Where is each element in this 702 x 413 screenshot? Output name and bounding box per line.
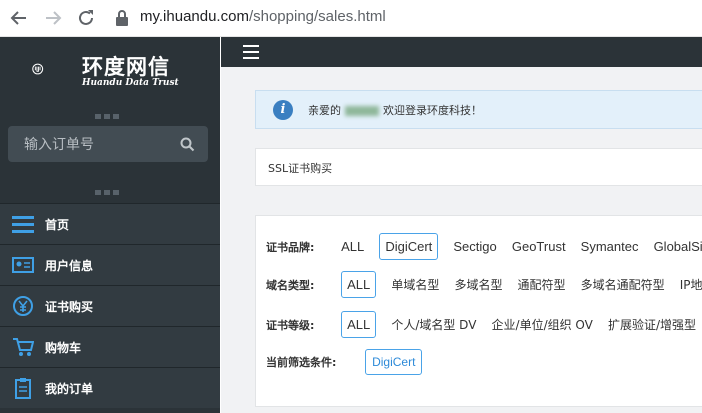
browser-address-bar: my.ihuandu.com/shopping/sales.html [0,0,702,37]
sidebar-item-user-info[interactable]: 用户信息 [0,244,220,285]
yen-coin-icon [13,296,33,316]
url-field[interactable]: my.ihuandu.com/shopping/sales.html [140,8,386,25]
domain-option-multi[interactable]: 多域名型 [454,276,502,293]
sidebar-item-cert-purchase[interactable]: 证书购买 [0,285,220,326]
top-bar [221,37,702,67]
cart-icon [13,338,34,356]
menu-icon [12,216,34,233]
hamburger-menu-icon[interactable] [243,45,259,59]
greeting-text: 亲爱的 [308,104,341,117]
level-option-ov[interactable]: 企业/单位/组织 OV [492,316,593,333]
level-option-dv[interactable]: 个人/域名型 DV [391,316,476,333]
welcome-notice: i 亲爱的 欢迎登录环度科技！ [255,90,702,129]
sidebar-item-label: 购物车 [45,341,82,355]
clipboard-icon [15,378,31,399]
welcome-text: 欢迎登录环度科技！ [383,104,482,117]
domain-option-all[interactable]: ALL [341,271,377,298]
brand-option-digicert[interactable]: DigiCert [379,233,439,260]
sidebar: 环度网信 Huandu Data Trust 首页 用户信息 证书购买 购物车 … [0,37,220,413]
sidebar-item-label: 用户信息 [45,259,94,273]
sidebar-item-my-orders[interactable]: 我的订单 [0,367,220,408]
huandu-logo-icon[interactable] [32,47,76,91]
domain-type-filter-label: 域名类型: [266,278,315,292]
reload-icon[interactable] [75,7,97,29]
divider-dots [95,104,125,119]
brand-option-all[interactable]: ALL [341,239,364,254]
main-content: i 亲爱的 欢迎登录环度科技！ SSL证书购买 证书品牌: ALL DigiCer… [221,67,702,413]
order-search-input[interactable] [22,134,176,156]
brand-option-sectigo[interactable]: Sectigo [453,239,496,254]
brand-filter-label: 证书品牌: [266,240,315,254]
current-filter-row: 当前筛选条件: DigiCert [266,349,423,379]
brand-filter-row: 证书品牌: ALL DigiCert Sectigo GeoTrust Syma… [266,233,702,263]
brand-name: 环度网信 [82,54,170,79]
sidebar-item-label: 证书购买 [45,300,94,314]
welcome-message: 亲爱的 欢迎登录环度科技！ [308,102,482,118]
info-icon: i [273,100,293,120]
domain-option-ip[interactable]: IP地址 [680,276,702,293]
brand-option-geotrust[interactable]: GeoTrust [512,239,566,254]
sidebar-item-cart[interactable]: 购物车 [0,326,220,367]
filter-panel: 证书品牌: ALL DigiCert Sectigo GeoTrust Syma… [255,215,702,407]
brand-option-globalsign[interactable]: GlobalSign [654,239,702,254]
domain-option-multi-wildcard[interactable]: 多域名通配符型 [581,276,665,293]
sidebar-item-label: 首页 [45,218,70,232]
current-filter-chip[interactable]: DigiCert [365,349,423,375]
level-option-ev[interactable]: 扩展验证/增强型 [608,316,696,333]
sidebar-item-home[interactable]: 首页 [0,203,220,244]
redacted-username [345,106,379,116]
panel-title: SSL证书购买 [268,162,333,175]
domain-type-filter-row: 域名类型: ALL 单域名型 多域名型 通配符型 多域名通配符型 IP地址 [266,271,702,301]
cert-level-filter-label: 证书等级: [266,318,315,332]
sidebar-item-label: 我的订单 [45,382,94,396]
ssl-purchase-panel-header: SSL证书购买 [255,148,702,186]
search-icon[interactable] [180,137,195,152]
domain-option-wildcard[interactable]: 通配符型 [518,276,566,293]
cert-level-filter-row: 证书等级: ALL 个人/域名型 DV 企业/单位/组织 OV 扩展验证/增强型 [266,311,702,341]
order-search-box [8,126,208,162]
url-path: /shopping/sales.html [248,8,386,25]
divider-dots [95,180,125,195]
forward-arrow-icon[interactable] [42,7,64,29]
domain-option-single[interactable]: 单域名型 [391,276,439,293]
brand-subtitle: Huandu Data Trust [82,78,179,88]
url-domain: my.ihuandu.com [140,8,249,25]
level-option-all[interactable]: ALL [341,311,377,338]
sidebar-menu: 首页 用户信息 证书购买 购物车 我的订单 [0,203,220,408]
brand-option-symantec[interactable]: Symantec [581,239,639,254]
lock-icon[interactable] [114,9,130,27]
id-card-icon [12,257,34,273]
current-filter-label: 当前筛选条件: [266,356,337,369]
back-arrow-icon[interactable] [8,7,30,29]
